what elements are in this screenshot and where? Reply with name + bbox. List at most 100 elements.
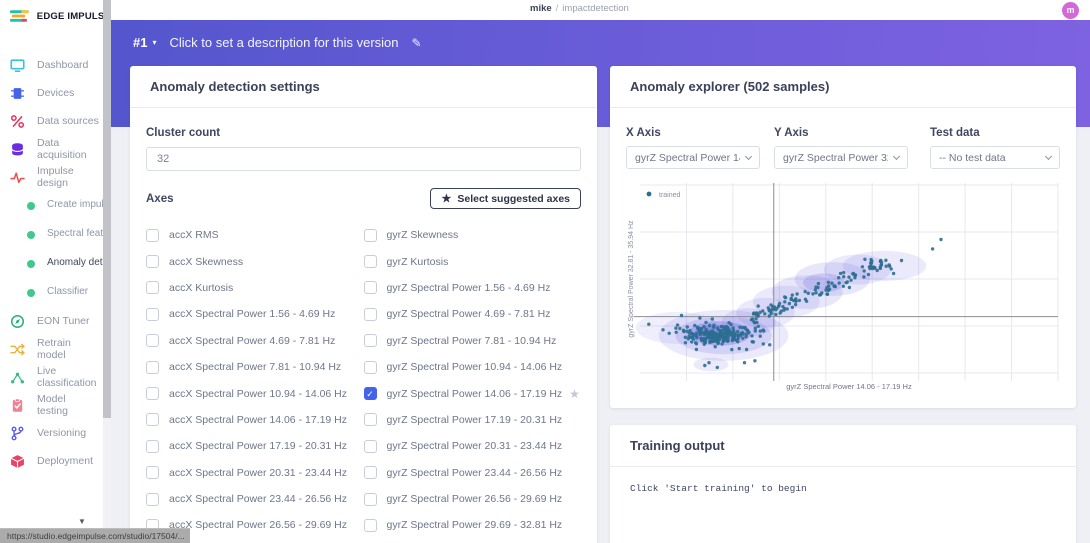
checkbox-icon[interactable]: ✓ (364, 281, 377, 294)
sidebar-subitem-label: Create impulse (47, 199, 103, 212)
sidebar-item-devices[interactable]: Devices (0, 79, 111, 107)
cluster-count-input[interactable] (146, 147, 581, 171)
test-data-value: -- No test data (939, 152, 1006, 164)
axis-checkbox-item[interactable]: ✓gyrZ Spectral Power 20.31 - 23.44 Hz (364, 433, 582, 459)
select-suggested-axes-button[interactable]: ★ Select suggested axes (430, 188, 581, 209)
test-data-select[interactable]: -- No test data (930, 146, 1060, 169)
checkbox-icon[interactable]: ✓ (364, 361, 377, 374)
sidebar-subitem-anomaly-detection[interactable]: Anomaly detection (0, 249, 111, 278)
sidebar-item-retrain-model[interactable]: Retrain model (0, 335, 111, 363)
checkbox-icon[interactable]: ✓ (364, 308, 377, 321)
sidebar-nav: DashboardDevicesData sourcesData acquisi… (0, 51, 111, 475)
sidebar-scrollbar[interactable] (103, 0, 111, 543)
axis-checkbox-label: accX RMS (169, 229, 219, 241)
checkbox-icon[interactable]: ✓ (146, 466, 159, 479)
axis-checkbox-item[interactable]: ✓accX Skewness (146, 248, 364, 274)
checkbox-icon[interactable]: ✓ (364, 440, 377, 453)
checkbox-checked-icon[interactable]: ✓ (364, 387, 377, 400)
axes-checkbox-grid: ✓accX RMS✓gyrZ Skewness✓accX Skewness✓gy… (146, 222, 581, 543)
checkbox-icon[interactable]: ✓ (146, 413, 159, 426)
sidebar-subitem-create-impulse[interactable]: Create impulse (0, 191, 111, 220)
sidebar-item-label: Versioning (37, 427, 86, 440)
retrain-model-icon (10, 341, 26, 357)
axis-checkbox-item[interactable]: ✓ accX Spectral Power 4.69 - 7.81 Hz (146, 328, 364, 354)
axis-checkbox-item[interactable]: ✓accX Spectral Power 1.56 - 4.69 Hz (146, 301, 364, 327)
checkbox-icon[interactable]: ✓ (146, 308, 159, 321)
axis-checkbox-item[interactable]: ✓gyrZ Spectral Power 1.56 - 4.69 Hz (364, 275, 582, 301)
axis-checkbox-item[interactable]: ✓gyrZ Spectral Power 4.69 - 7.81 Hz (364, 301, 582, 327)
axis-checkbox-label: gyrZ Spectral Power 7.81 - 10.94 Hz (387, 335, 557, 347)
anomaly-scatter-chart[interactable]: trainedgyrZ Spectral Power 32.81 - 35.94… (626, 181, 1060, 398)
axis-checkbox-item[interactable]: ✓gyrZ Spectral Power 10.94 - 14.06 Hz (364, 354, 582, 380)
axis-checkbox-item[interactable]: ✓gyrZ Spectral Power 32.81 - 35.94 Hz★ (364, 539, 582, 543)
checkbox-icon[interactable]: ✓ (364, 255, 377, 268)
axis-checkbox-item[interactable]: ✓accX Kurtosis (146, 275, 364, 301)
checkbox-icon[interactable]: ✓ (364, 466, 377, 479)
test-data-label: Test data (930, 127, 1060, 139)
checkbox-icon[interactable]: ✓ (146, 361, 159, 374)
sidebar-scrollbar-thumb[interactable] (103, 0, 111, 418)
axis-checkbox-item[interactable]: ✓accX Spectral Power 7.81 - 10.94 Hz (146, 354, 364, 380)
star-icon: ★ (441, 192, 451, 205)
axis-checkbox-item[interactable]: ✓accX Spectral Power 23.44 - 26.56 Hz (146, 486, 364, 512)
version-dropdown[interactable]: #1 ▾ (133, 35, 156, 50)
checkbox-icon[interactable]: ✓ (364, 334, 377, 347)
axes-grid-row: ✓accX Spectral Power 1.56 - 4.69 Hz✓gyrZ… (146, 301, 581, 327)
axis-checkbox-label: accX Spectral Power 10.94 - 14.06 Hz (169, 388, 347, 400)
checkbox-icon[interactable]: ✓ (146, 493, 159, 506)
sidebar-item-model-testing[interactable]: Model testing (0, 391, 111, 419)
y-axis-select[interactable]: gyrZ Spectral Power 32.81 (774, 146, 908, 169)
axis-checkbox-item[interactable]: ✓gyrZ Spectral Power 23.44 - 26.56 Hz (364, 460, 582, 486)
checkbox-icon[interactable]: ✓ (146, 255, 159, 268)
checkbox-icon[interactable]: ✓ (364, 519, 377, 532)
sidebar-item-impulse-design[interactable]: Impulse design (0, 163, 111, 191)
sidebar-item-label: EON Tuner (37, 315, 90, 328)
axis-checkbox-label: gyrZ Spectral Power 26.56 - 29.69 Hz (387, 493, 563, 505)
axis-checkbox-item[interactable]: ✓accX Spectral Power 20.31 - 23.44 Hz (146, 460, 364, 486)
versioning-icon (10, 425, 26, 441)
axis-checkbox-item[interactable]: ✓gyrZ Spectral Power 14.06 - 17.19 Hz★ (364, 380, 582, 406)
logo-text: EDGE IMPULSE (37, 11, 111, 22)
devices-icon (10, 85, 26, 101)
edge-impulse-logo[interactable]: EDGE IMPULSE (0, 0, 111, 23)
sidebar-item-data-sources[interactable]: Data sources (0, 107, 111, 135)
user-avatar[interactable]: m (1062, 2, 1079, 19)
axis-checkbox-item[interactable]: ✓gyrZ Kurtosis (364, 248, 582, 274)
sidebar-item-versioning[interactable]: Versioning (0, 419, 111, 447)
checkbox-icon[interactable]: ✓ (146, 229, 159, 242)
axis-checkbox-item[interactable]: ✓gyrZ Skewness (364, 222, 582, 248)
checkbox-icon[interactable]: ✓ (364, 413, 377, 426)
breadcrumb-user-link[interactable]: mike (530, 3, 552, 14)
sidebar-item-dashboard[interactable]: Dashboard (0, 51, 111, 79)
axis-checkbox-item[interactable]: ✓ gyrZ Spectral Power 29.69 - 32.81 Hz (364, 512, 582, 538)
checkbox-icon[interactable]: ✓ (146, 281, 159, 294)
checkbox-icon[interactable]: ✓ (364, 493, 377, 506)
version-description[interactable]: Click to set a description for this vers… (169, 35, 398, 50)
sidebar-item-live-classification[interactable]: Live classification (0, 363, 111, 391)
data-acquisition-icon (10, 141, 26, 157)
checkbox-icon[interactable]: ✓ (146, 440, 159, 453)
axis-checkbox-item[interactable]: ✓gyrZ Spectral Power 17.19 - 20.31 Hz (364, 407, 582, 433)
sidebar-item-eon-tuner[interactable]: EON Tuner (0, 307, 111, 335)
x-axis-select[interactable]: gyrZ Spectral Power 14.06 (626, 146, 760, 169)
checkbox-icon[interactable]: ✓ (146, 334, 159, 347)
axis-checkbox-item[interactable]: ✓accX Spectral Power 14.06 - 17.19 Hz (146, 407, 364, 433)
axis-checkbox-label: gyrZ Spectral Power 29.69 - 32.81 Hz (387, 519, 563, 531)
axis-checkbox-item[interactable]: ✓ gyrZ Spectral Power 7.81 - 10.94 Hz (364, 328, 582, 354)
axis-checkbox-label: accX Spectral Power 4.69 - 7.81 Hz (169, 335, 335, 347)
axis-checkbox-item[interactable]: ✓ gyrZ Spectral Power 26.56 - 29.69 Hz (364, 486, 582, 512)
axis-checkbox-item[interactable]: ✓accX Spectral Power 17.19 - 20.31 Hz (146, 433, 364, 459)
sidebar-subitem-spectral-features[interactable]: Spectral features (0, 220, 111, 249)
scroll-down-arrow-icon[interactable]: ▼ (78, 517, 86, 526)
checkbox-icon[interactable]: ✓ (364, 229, 377, 242)
explorer-card-title: Anomaly explorer (502 samples) (610, 66, 1076, 108)
sidebar-item-data-acquisition[interactable]: Data acquisition (0, 135, 111, 163)
breadcrumb-project-link[interactable]: impactdetection (562, 3, 629, 14)
axes-grid-row: ✓accX Spectral Power 7.81 - 10.94 Hz✓gyr… (146, 354, 581, 380)
checkbox-icon[interactable]: ✓ (146, 387, 159, 400)
edit-icon[interactable]: ✎ (412, 36, 422, 50)
sidebar-subitem-classifier[interactable]: Classifier (0, 278, 111, 307)
axis-checkbox-item[interactable]: ✓ accX Spectral Power 10.94 - 14.06 Hz (146, 380, 364, 406)
axis-checkbox-item[interactable]: ✓ accX RMS (146, 222, 364, 248)
sidebar-item-deployment[interactable]: Deployment (0, 447, 111, 475)
